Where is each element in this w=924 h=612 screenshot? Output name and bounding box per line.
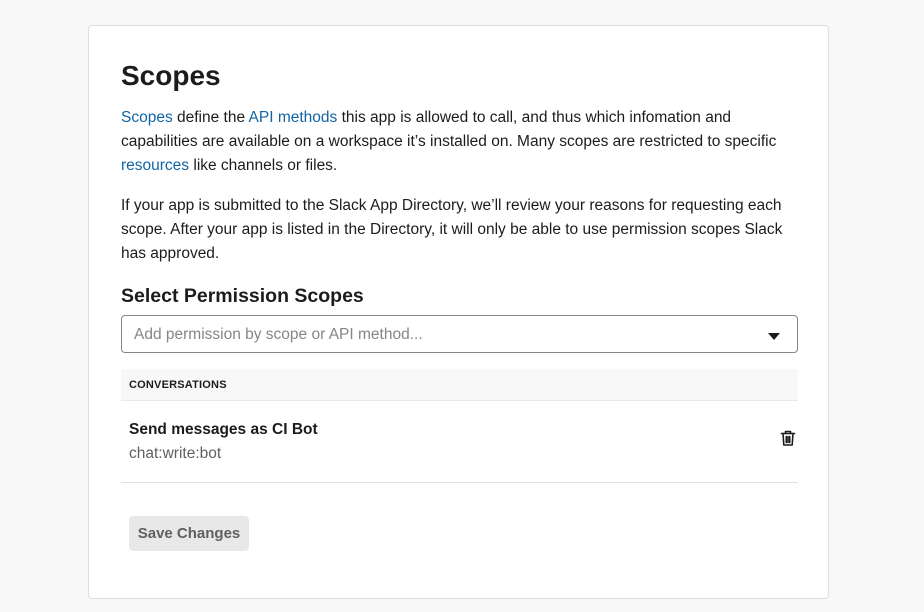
resources-link[interactable]: resources [121, 157, 189, 174]
save-changes-button[interactable]: Save Changes [129, 516, 249, 551]
trash-icon[interactable] [778, 428, 798, 448]
scopes-description: Scopes define the API methods this app i… [121, 106, 811, 178]
chevron-down-icon[interactable] [768, 333, 780, 340]
review-note: If your app is submitted to the Slack Ap… [121, 197, 783, 262]
scope-group-header: CONVERSATIONS [121, 369, 798, 401]
page-title: Scopes [121, 60, 221, 91]
scopes-link[interactable]: Scopes [121, 109, 173, 126]
scopes-card: Scopes Scopes define the API methods thi… [88, 25, 829, 599]
api-methods-link[interactable]: API methods [249, 109, 338, 126]
scope-group-label: CONVERSATIONS [129, 379, 227, 391]
scope-title: Send messages as CI Bot [129, 421, 318, 438]
description-text: define the [172, 109, 249, 126]
select-permission-heading: Select Permission Scopes [121, 285, 364, 307]
description-text: like channels or files. [189, 157, 338, 174]
scope-row: Send messages as CI Bot chat:write:bot [121, 402, 798, 483]
scope-name: chat:write:bot [129, 445, 222, 462]
permission-scope-select[interactable]: Add permission by scope or API method... [121, 315, 798, 353]
select-placeholder: Add permission by scope or API method... [134, 326, 423, 343]
